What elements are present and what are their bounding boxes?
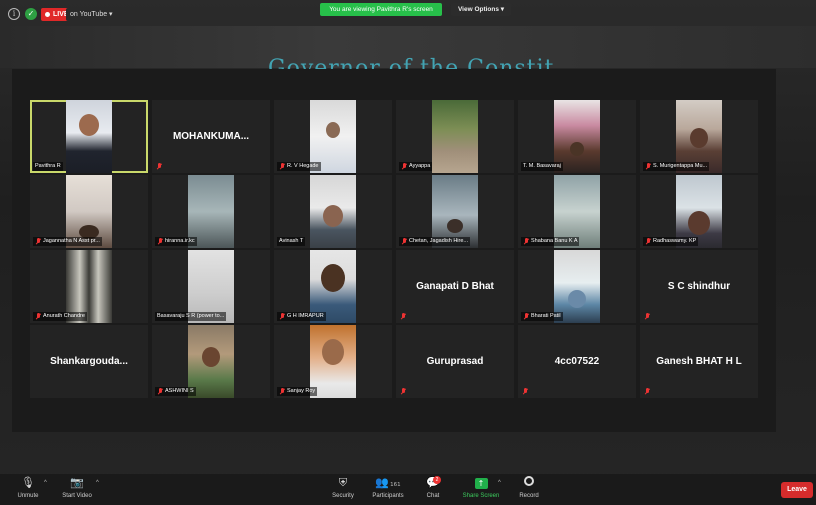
participant-name-label: Bharati Patil [521, 312, 563, 321]
participant-name-label: R. V Hegade [277, 162, 321, 171]
record-button[interactable]: Record [515, 476, 543, 505]
participant-tile[interactable]: R. V Hegade [274, 100, 392, 173]
muted-mic-icon [157, 388, 163, 395]
participant-video [310, 175, 356, 248]
top-bar: i ✓ LIVE on YouTube ▾ You are viewing Pa… [0, 0, 816, 26]
participant-name: Ganapati D Bhat [416, 281, 494, 292]
meeting-toolbar: 🎙 Unmute ^ 📷 Start Video ^ ⛨ Security 👥1… [0, 474, 816, 505]
participant-name-label: hiranna.ir.kc [155, 237, 197, 246]
muted-mic-icon [35, 313, 41, 320]
participant-name: Guruprasad [426, 356, 484, 367]
participant-name: Shankargouda... [50, 356, 128, 367]
participant-tile[interactable]: 4cc07522 [518, 325, 636, 398]
security-button[interactable]: ⛨ Security [329, 476, 357, 505]
youtube-stream-dropdown[interactable]: on YouTube ▾ [66, 8, 117, 21]
participant-tile[interactable]: ASHWINI S [152, 325, 270, 398]
participant-tile[interactable]: T. M. Basavaraj [518, 100, 636, 173]
participant-tile[interactable]: Ayyappa [396, 100, 514, 173]
participant-name-label: ASHWINI S [155, 387, 196, 396]
participant-tile[interactable]: Radhaswamy. KP [640, 175, 758, 248]
viewing-screen-banner: You are viewing Pavithra R's screen [320, 3, 442, 16]
participant-tile[interactable]: Anurath Chandre [30, 250, 148, 323]
muted-mic-icon [279, 163, 285, 170]
video-off-icon: 📷 [70, 476, 84, 489]
muted-mic-icon [156, 163, 162, 170]
participant-name-label: T. M. Basavaraj [521, 162, 563, 171]
muted-mic-icon [522, 388, 528, 395]
participant-tile[interactable]: hiranna.ir.kc [152, 175, 270, 248]
muted-mic-icon [400, 388, 406, 395]
participant-tile[interactable]: Ganapati D Bhat [396, 250, 514, 323]
participant-name: Ganesh BHAT H L [656, 356, 742, 367]
participant-tile[interactable]: Jagannatha N Asst pr... [30, 175, 148, 248]
video-options-caret-icon[interactable]: ^ [96, 480, 99, 486]
muted-mic-icon [523, 313, 529, 320]
participant-name: 4cc07522 [554, 356, 600, 367]
participant-tile[interactable]: Ganesh BHAT H L [640, 325, 758, 398]
unmute-button[interactable]: 🎙 Unmute [14, 476, 42, 505]
participant-name-label: Jagannatha N Asst pr... [33, 237, 102, 246]
zoom-meeting-window: Governor of the Constit... i ✓ LIVE on Y… [0, 0, 816, 505]
participant-tile[interactable]: Shankargouda... [30, 325, 148, 398]
chat-unread-badge: 2 [433, 476, 441, 484]
muted-microphone-icon: 🎙 [21, 476, 35, 489]
participant-tile[interactable]: S C shindhur [640, 250, 758, 323]
participant-name: S C shindhur [667, 281, 731, 292]
participant-name-label: Basavaraju S R (power to... [155, 312, 227, 321]
participant-tile[interactable]: S. Murigentappa Mu... [640, 100, 758, 173]
participant-name-label: Radhaswamy. KP [643, 237, 699, 246]
muted-mic-icon [400, 313, 406, 320]
participant-tile[interactable]: Avinash T [274, 175, 392, 248]
muted-mic-icon [644, 388, 650, 395]
muted-mic-icon [645, 238, 651, 245]
audio-options-caret-icon[interactable]: ^ [44, 480, 47, 486]
muted-mic-icon [401, 238, 407, 245]
participant-name-label: Chetan, Jagadish Hire... [399, 237, 471, 246]
share-screen-icon: ↑ [459, 476, 503, 490]
participant-tile[interactable]: Sanjay Roy [274, 325, 392, 398]
muted-mic-icon [523, 238, 529, 245]
participant-video [66, 100, 112, 173]
participant-name-label: Shabana Banu K A [521, 237, 580, 246]
chat-button[interactable]: 💬 2 Chat [422, 476, 444, 505]
participant-name-label: Pavithra R [33, 162, 63, 171]
participant-tile[interactable]: Shabana Banu K A [518, 175, 636, 248]
participant-name-label: Avinash T [277, 237, 306, 246]
participant-name-label: Ayyappa [399, 162, 433, 171]
muted-mic-icon [279, 388, 285, 395]
share-screen-button[interactable]: ↑ Share Screen [459, 476, 503, 505]
record-icon [515, 476, 543, 490]
participant-tile[interactable]: Guruprasad [396, 325, 514, 398]
muted-mic-icon [401, 163, 407, 170]
participant-tile[interactable]: Basavaraju S R (power to... [152, 250, 270, 323]
muted-mic-icon [157, 238, 163, 245]
participant-name-label: Anurath Chandre [33, 312, 87, 321]
participant-name: MOHANKUMA... [172, 131, 250, 142]
participant-tile[interactable]: Bharati Patil [518, 250, 636, 323]
muted-mic-icon [644, 313, 650, 320]
participant-video [432, 100, 478, 173]
participant-tile[interactable]: G H IMRAPUR [274, 250, 392, 323]
start-video-button[interactable]: 📷 Start Video [58, 476, 96, 505]
leave-button[interactable]: Leave [781, 482, 813, 498]
participant-name-label: S. Murigentappa Mu... [643, 162, 710, 171]
encryption-shield-icon[interactable]: ✓ [25, 8, 37, 20]
muted-mic-icon [35, 238, 41, 245]
info-icon[interactable]: i [8, 8, 20, 20]
participants-button[interactable]: 👥161 Participants [368, 476, 408, 505]
shield-icon: ⛨ [338, 476, 348, 489]
participant-tile[interactable]: Pavithra R [30, 100, 148, 173]
participant-tile[interactable]: MOHANKUMA... [152, 100, 270, 173]
share-options-caret-icon[interactable]: ^ [498, 480, 501, 486]
gallery-view: Pavithra R MOHANKUMA... R. V Hegade Ayya… [12, 69, 776, 432]
muted-mic-icon [645, 163, 651, 170]
participant-name-label: G H IMRAPUR [277, 312, 326, 321]
muted-mic-icon [279, 313, 285, 320]
participants-icon: 👥161 [375, 476, 401, 489]
participant-tile[interactable]: Chetan, Jagadish Hire... [396, 175, 514, 248]
view-options-button[interactable]: View Options ▾ [451, 3, 511, 16]
participant-name-label: Sanjay Roy [277, 387, 318, 396]
